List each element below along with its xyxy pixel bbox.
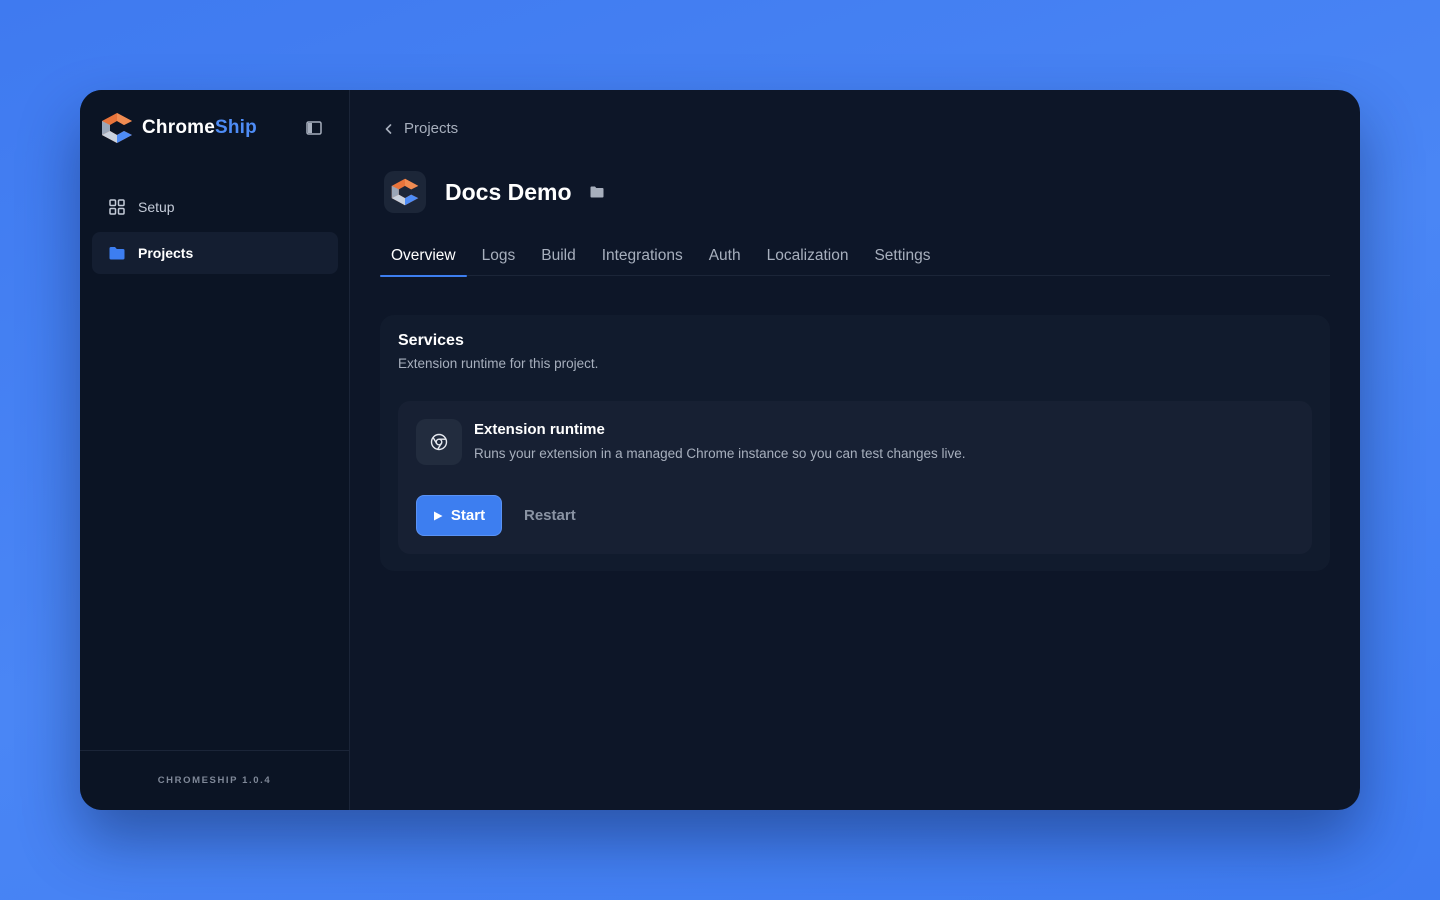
folder-icon — [109, 247, 125, 260]
sidebar-item-setup[interactable]: Setup — [92, 186, 338, 228]
brand[interactable]: ChromeShip — [100, 110, 257, 146]
sidebar-item-label: Setup — [138, 199, 175, 215]
app-version: CHROMESHIP 1.0.4 — [80, 750, 349, 810]
start-button-label: Start — [450, 507, 486, 524]
chevron-left-icon — [385, 123, 392, 134]
project-header: Docs Demo — [384, 171, 604, 213]
sidebar-nav: Setup Projects — [92, 186, 338, 278]
extension-runtime-card: Extension runtime Runs your extension in… — [398, 401, 1312, 554]
breadcrumb-label: Projects — [404, 120, 459, 137]
tab-logs[interactable]: Logs — [471, 236, 527, 276]
project-tabs: Overview Logs Build Integrations Auth Lo… — [380, 236, 1330, 277]
sidebar-toggle-icon[interactable] — [304, 118, 324, 138]
grid-icon — [109, 199, 125, 215]
runtime-icon-tile — [416, 419, 462, 465]
tab-auth[interactable]: Auth — [698, 236, 752, 276]
brand-name: ChromeShip — [142, 117, 257, 139]
sidebar-item-label: Projects — [138, 245, 194, 261]
main-content: Projects Docs Demo Overview Logs Build I… — [350, 90, 1360, 810]
sidebar: ChromeShip Setup Projects CHROMESHIP 1.0… — [80, 90, 350, 810]
breadcrumb-back-link[interactable]: Projects — [382, 120, 458, 137]
chrome-icon — [430, 433, 448, 451]
chromeship-logo-icon — [391, 178, 419, 206]
page-title: Docs Demo — [445, 178, 572, 205]
tab-build[interactable]: Build — [530, 236, 586, 276]
runtime-description: Runs your extension in a managed Chrome … — [474, 446, 966, 461]
app-window: ChromeShip Setup Projects CHROMESHIP 1.0… — [80, 90, 1360, 810]
tab-localization[interactable]: Localization — [756, 236, 860, 276]
folder-icon[interactable] — [590, 186, 604, 198]
sidebar-item-projects[interactable]: Projects — [92, 232, 338, 274]
play-icon — [433, 511, 443, 520]
services-title: Services — [398, 332, 464, 349]
brand-name-primary: Chrome — [142, 117, 215, 138]
restart-button[interactable]: Restart — [514, 495, 586, 536]
start-button[interactable]: Start — [416, 495, 502, 536]
runtime-title: Extension runtime — [474, 421, 605, 438]
chromeship-logo-icon — [102, 113, 132, 143]
tab-integrations[interactable]: Integrations — [591, 236, 694, 276]
brand-name-accent: Ship — [215, 117, 257, 138]
services-panel: Services Extension runtime for this proj… — [380, 315, 1330, 571]
tab-settings[interactable]: Settings — [863, 236, 941, 276]
tab-overview[interactable]: Overview — [380, 236, 467, 277]
services-subtitle: Extension runtime for this project. — [398, 356, 599, 371]
project-avatar — [384, 171, 426, 213]
